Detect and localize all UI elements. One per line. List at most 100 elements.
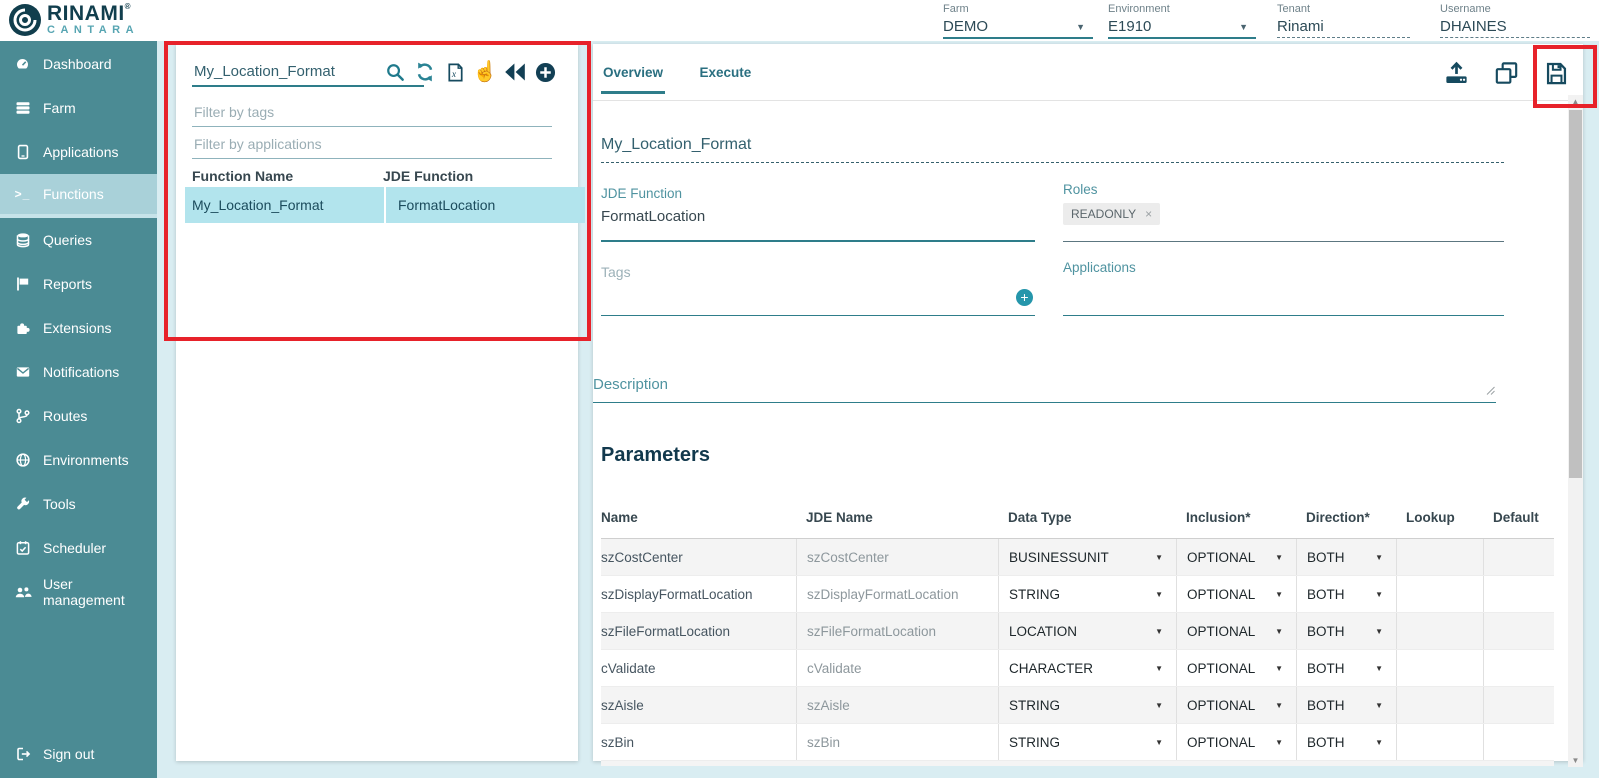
- roles-field[interactable]: Roles READONLY ×: [1063, 182, 1504, 242]
- sidebar-item-label: Scheduler: [43, 540, 106, 556]
- tenant-label: Tenant: [1277, 3, 1410, 15]
- param-data-type-select[interactable]: STRING▼: [998, 724, 1176, 760]
- param-default[interactable]: [1483, 576, 1554, 612]
- param-lookup[interactable]: [1396, 576, 1483, 612]
- environment-select[interactable]: Environment E1910 ▼: [1108, 3, 1256, 39]
- param-inclusion-select[interactable]: OPTIONAL▼: [1176, 613, 1296, 649]
- parameter-row: szBin szBin STRING▼ OPTIONAL▼ BOTH▼: [601, 724, 1554, 761]
- save-button[interactable]: [1541, 58, 1571, 88]
- sidebar-item-environments[interactable]: Environments: [0, 438, 157, 482]
- col-lookup: Lookup: [1396, 510, 1483, 525]
- copy-button[interactable]: [1491, 58, 1521, 88]
- scrollbar-thumb[interactable]: [1569, 110, 1582, 478]
- logo: RINAMI® CANTARA: [8, 3, 139, 42]
- column-header-function-name: Function Name: [192, 168, 383, 184]
- param-direction-select[interactable]: BOTH▼: [1296, 724, 1396, 760]
- top-bar: RINAMI® CANTARA Farm DEMO ▼ Environment …: [0, 0, 1599, 41]
- param-data-type-select[interactable]: CHARACTER▼: [998, 650, 1176, 686]
- tenant-field: Tenant Rinami: [1277, 3, 1410, 39]
- param-default[interactable]: [1483, 724, 1554, 760]
- tab-overview[interactable]: Overview: [601, 44, 665, 94]
- chevron-down-icon: ▼: [1275, 553, 1283, 562]
- param-direction-select[interactable]: BOTH▼: [1296, 650, 1396, 686]
- sidebar-item-applications[interactable]: Applications: [0, 130, 157, 174]
- param-jde-name: cValidate: [796, 650, 998, 686]
- tags-field[interactable]: Tags +: [601, 264, 1035, 316]
- parameters-title: Parameters: [601, 444, 710, 467]
- param-lookup[interactable]: [1396, 724, 1483, 760]
- param-inclusion-select[interactable]: OPTIONAL▼: [1176, 687, 1296, 723]
- tags-placeholder: Tags: [601, 264, 1035, 280]
- param-data-type-select[interactable]: STRING▼: [998, 576, 1176, 612]
- param-lookup[interactable]: [1396, 539, 1483, 575]
- param-inclusion-select[interactable]: OPTIONAL▼: [1176, 650, 1296, 686]
- hand-pointer-icon[interactable]: ☝: [474, 61, 496, 83]
- chevron-down-icon: ▼: [1155, 701, 1163, 710]
- jde-function-cell: FormatLocation: [386, 187, 585, 223]
- excel-export-icon[interactable]: x: [444, 61, 466, 83]
- param-default[interactable]: [1483, 613, 1554, 649]
- sidebar-item-dashboard[interactable]: Dashboard: [0, 42, 157, 86]
- param-direction-select[interactable]: BOTH▼: [1296, 576, 1396, 612]
- sidebar-item-reports[interactable]: Reports: [0, 262, 157, 306]
- sign-out-icon: [13, 746, 32, 763]
- param-default[interactable]: [1483, 650, 1554, 686]
- sidebar-item-tools[interactable]: Tools: [0, 482, 157, 526]
- resize-handle-icon[interactable]: [1486, 382, 1495, 400]
- sidebar-item-sign-out[interactable]: Sign out: [0, 732, 157, 776]
- sidebar-item-notifications[interactable]: Notifications: [0, 350, 157, 394]
- param-inclusion-select[interactable]: OPTIONAL▼: [1176, 724, 1296, 760]
- parameters-table-header: Name JDE Name Data Type Inclusion* Direc…: [601, 496, 1554, 539]
- username-value: DHAINES: [1440, 18, 1590, 38]
- sidebar-item-extensions[interactable]: Extensions: [0, 306, 157, 350]
- param-inclusion-select[interactable]: OPTIONAL▼: [1176, 539, 1296, 575]
- filter-applications-input[interactable]: [192, 130, 552, 159]
- sidebar-item-scheduler[interactable]: Scheduler: [0, 526, 157, 570]
- param-default[interactable]: [1483, 539, 1554, 575]
- param-direction-select[interactable]: BOTH▼: [1296, 539, 1396, 575]
- remove-role-icon[interactable]: ×: [1145, 207, 1152, 221]
- description-field[interactable]: Description: [593, 376, 1496, 403]
- sidebar-item-routes[interactable]: Routes: [0, 394, 157, 438]
- search-icon[interactable]: [384, 61, 406, 83]
- param-lookup[interactable]: [1396, 650, 1483, 686]
- vertical-scrollbar[interactable]: ▲ ▼: [1568, 95, 1583, 767]
- applications-field[interactable]: Applications: [1063, 260, 1504, 316]
- chevron-down-icon: ▼: [1239, 22, 1248, 32]
- function-list-row-selected[interactable]: My_Location_Format FormatLocation: [185, 187, 744, 223]
- sidebar-item-user-management[interactable]: User management: [0, 570, 157, 614]
- sidebar-item-queries[interactable]: Queries: [0, 218, 157, 262]
- chevron-down-icon: ▼: [1155, 590, 1163, 599]
- param-direction-select[interactable]: BOTH▼: [1296, 687, 1396, 723]
- rewind-icon[interactable]: [504, 61, 526, 83]
- filter-tags-input[interactable]: [192, 98, 552, 127]
- tab-execute[interactable]: Execute: [698, 44, 754, 94]
- farm-select[interactable]: Farm DEMO ▼: [943, 3, 1093, 39]
- function-name-field[interactable]: My_Location_Format: [601, 136, 1504, 163]
- refresh-icon[interactable]: [414, 61, 436, 83]
- param-lookup[interactable]: [1396, 687, 1483, 723]
- param-data-type-select[interactable]: LOCATION▼: [998, 613, 1176, 649]
- farm-value: DEMO: [943, 18, 1093, 39]
- function-list-panel: x ☝ Function Name JDE Function My_Locati…: [176, 44, 578, 761]
- param-data-type-select[interactable]: BUSINESSUNIT▼: [998, 539, 1176, 575]
- sidebar-item-farm[interactable]: Farm: [0, 86, 157, 130]
- envelope-icon: [13, 364, 32, 381]
- brand-subname: CANTARA: [47, 25, 139, 36]
- add-tag-icon[interactable]: +: [1016, 289, 1033, 306]
- terminal-icon: >_: [13, 186, 32, 203]
- scroll-up-arrow[interactable]: ▲: [1568, 95, 1583, 108]
- param-lookup[interactable]: [1396, 613, 1483, 649]
- param-default[interactable]: [1483, 687, 1554, 723]
- param-jde-name: szFileFormatLocation: [796, 613, 998, 649]
- param-data-type-select[interactable]: STRING▼: [998, 687, 1176, 723]
- scroll-down-arrow[interactable]: ▼: [1568, 754, 1583, 767]
- sidebar-item-functions[interactable]: >_ Functions: [0, 174, 157, 218]
- param-inclusion-select[interactable]: OPTIONAL▼: [1176, 576, 1296, 612]
- add-icon[interactable]: [534, 61, 556, 83]
- parameters-table: Name JDE Name Data Type Inclusion* Direc…: [601, 496, 1554, 766]
- param-direction-select[interactable]: BOTH▼: [1296, 613, 1396, 649]
- upload-button[interactable]: [1441, 58, 1471, 88]
- puzzle-icon: [13, 320, 32, 337]
- parameter-row: szDisplayFormatLocation szDisplayFormatL…: [601, 576, 1554, 613]
